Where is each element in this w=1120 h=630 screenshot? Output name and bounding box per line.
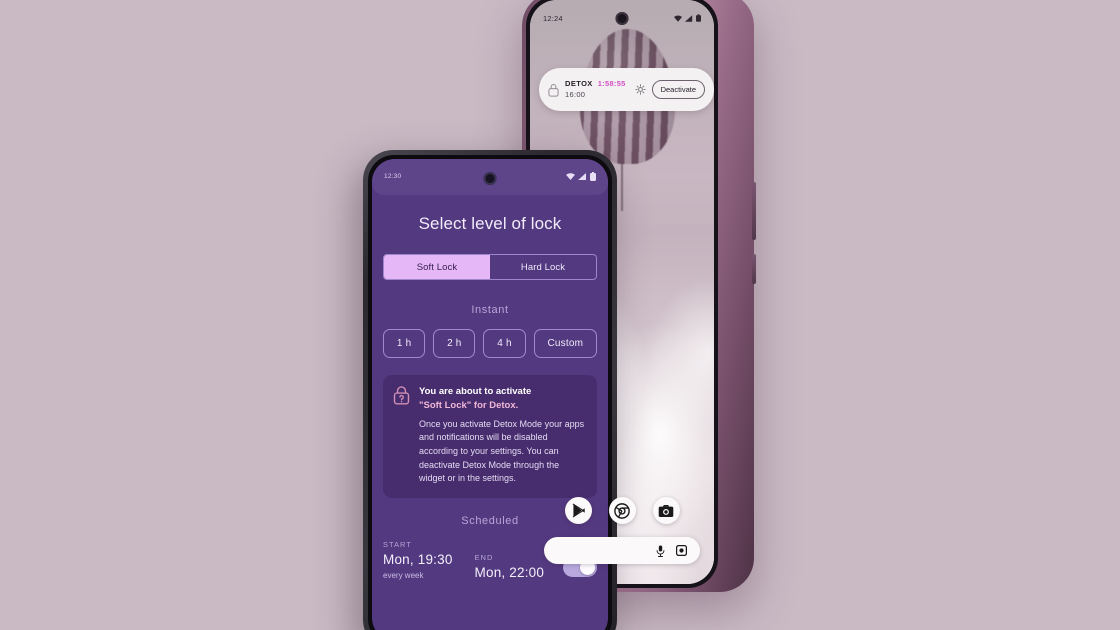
warning-card: You are about to activate "Soft Lock" fo…: [383, 375, 597, 498]
duration-chip-4h[interactable]: 4 h: [483, 329, 526, 358]
microphone-icon[interactable]: [656, 545, 665, 557]
wifi-icon: [674, 15, 682, 22]
warning-text-block: You are about to activate "Soft Lock" fo…: [419, 385, 586, 486]
warning-heading-line2: "Soft Lock" for Detox.: [419, 399, 519, 411]
schedule-end-block[interactable]: END Mon, 22:00: [475, 553, 545, 580]
gear-icon[interactable]: [634, 84, 646, 95]
widget-timer: 1:58:55: [597, 79, 626, 89]
power-button[interactable]: [752, 254, 756, 284]
status-bar-time: 12:30: [384, 172, 402, 180]
schedule-start-block[interactable]: START Mon, 19:30 every week: [383, 540, 453, 580]
schedule-repeat-value[interactable]: every week: [383, 571, 453, 580]
app-content: Select level of lock Soft Lock Hard Lock…: [372, 195, 608, 630]
volume-button[interactable]: [752, 182, 756, 240]
google-search-bar[interactable]: [544, 537, 700, 564]
instant-duration-chips: 1 h 2 h 4 h Custom: [383, 329, 598, 358]
widget-title-row: DETOX 1:58:55: [565, 79, 629, 89]
warning-heading-line1: You are about to activate: [419, 386, 532, 397]
duration-chip-custom[interactable]: Custom: [533, 329, 598, 358]
signal-icon: [578, 172, 586, 180]
start-time-value[interactable]: Mon, 19:30: [383, 552, 453, 567]
home-screen-dock: [530, 497, 714, 524]
widget-subtitle: 16:00: [565, 89, 586, 99]
end-time-value[interactable]: Mon, 22:00: [475, 565, 545, 580]
status-bar-icons: [566, 171, 596, 181]
page-title: Select level of lock: [418, 214, 562, 233]
signal-icon: [685, 14, 693, 22]
lock-level-segmented-control[interactable]: Soft Lock Hard Lock: [383, 254, 597, 280]
battery-icon: [696, 14, 701, 22]
status-bar-icons: [674, 14, 701, 22]
end-caption: END: [474, 552, 494, 562]
widget-text-block: DETOX 1:58:55 16:00: [565, 79, 629, 99]
duration-chip-2h[interactable]: 2 h: [433, 329, 476, 358]
status-bar-time: 12:24: [543, 13, 563, 23]
widget-deactivate-button[interactable]: Deactivate: [651, 80, 705, 99]
play-store-icon[interactable]: [564, 497, 592, 524]
chrome-icon[interactable]: [608, 497, 636, 524]
front-camera-punch-hole: [483, 172, 497, 185]
front-camera-punch-hole: [615, 12, 629, 25]
start-caption: START: [383, 539, 412, 549]
screenshot-stage: 12:24 DETOX 1:58:55 16:00 Deactivate 12:…: [0, 0, 1120, 630]
detox-widget[interactable]: DETOX 1:58:55 16:00 Deactivate: [539, 68, 714, 111]
battery-icon: [590, 171, 596, 181]
instant-section-label: Instant: [471, 304, 509, 316]
lock-icon: [548, 83, 559, 97]
camera-icon[interactable]: [652, 497, 680, 524]
google-lens-icon[interactable]: [676, 545, 687, 556]
wifi-icon: [566, 172, 575, 180]
warning-body-text: Once you activate Detox Mode your apps a…: [419, 418, 585, 484]
tab-hard-lock[interactable]: Hard Lock: [490, 255, 596, 279]
duration-chip-1h[interactable]: 1 h: [383, 329, 426, 358]
lock-question-icon: [393, 386, 410, 405]
widget-title: DETOX: [565, 79, 593, 89]
tab-soft-lock[interactable]: Soft Lock: [384, 255, 490, 279]
